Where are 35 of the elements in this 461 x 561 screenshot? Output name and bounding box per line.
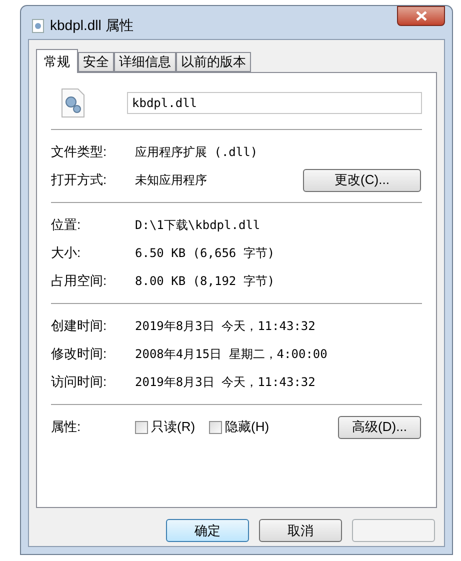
checkbox[interactable]	[209, 420, 222, 434]
field-value: D:\1下载\kbdpl.dll	[135, 217, 262, 234]
field-label: 属性:	[51, 418, 82, 436]
field-value: 6.50 KB (6,656 字节)	[135, 245, 276, 262]
change-button[interactable]: 更改(C)...	[303, 168, 421, 192]
file-gear-icon	[61, 88, 85, 118]
field-label: 占用空间:	[51, 272, 108, 290]
advanced-button[interactable]: 高级(D)...	[338, 416, 421, 438]
checkbox-label: 隐藏(H)	[225, 418, 270, 436]
field-label: 创建时间:	[51, 317, 108, 336]
tab[interactable]: 常规	[36, 49, 78, 73]
field-value: 8.00 KB (8,192 字节)	[135, 273, 276, 290]
tab[interactable]: 安全	[78, 52, 114, 72]
field-label: 修改时间:	[51, 345, 108, 364]
window-title: kbdpl.dll 属性	[50, 16, 134, 35]
field-value: 2019年8月3日 今天，11:43:32	[135, 374, 316, 391]
field-label: 位置:	[51, 216, 82, 234]
close-button[interactable]	[397, 6, 445, 26]
field-value: 2019年8月3日 今天，11:43:32	[135, 318, 316, 335]
field-value: 2008年4月15日 星期二，4:00:00	[135, 346, 328, 363]
field-label: 打开方式:	[51, 171, 108, 190]
field-value: 应用程序扩展 (.dll)	[135, 144, 259, 161]
dialog-button[interactable]: 确定	[166, 519, 249, 542]
tab[interactable]: 详细信息	[114, 52, 176, 72]
field-label: 大小:	[51, 244, 82, 262]
close-icon	[416, 11, 426, 21]
dialog-button[interactable]: 取消	[259, 519, 342, 542]
field-value: 未知应用程序	[135, 172, 208, 189]
tab[interactable]: 以前的版本	[176, 52, 251, 72]
checkbox[interactable]	[135, 420, 148, 434]
file-name-field[interactable]: kbdpl.dll	[127, 92, 422, 114]
file-icon	[32, 18, 44, 32]
field-label: 访问时间:	[51, 373, 108, 392]
field-label: 文件类型:	[51, 143, 108, 162]
checkbox-label: 只读(R)	[151, 418, 196, 436]
